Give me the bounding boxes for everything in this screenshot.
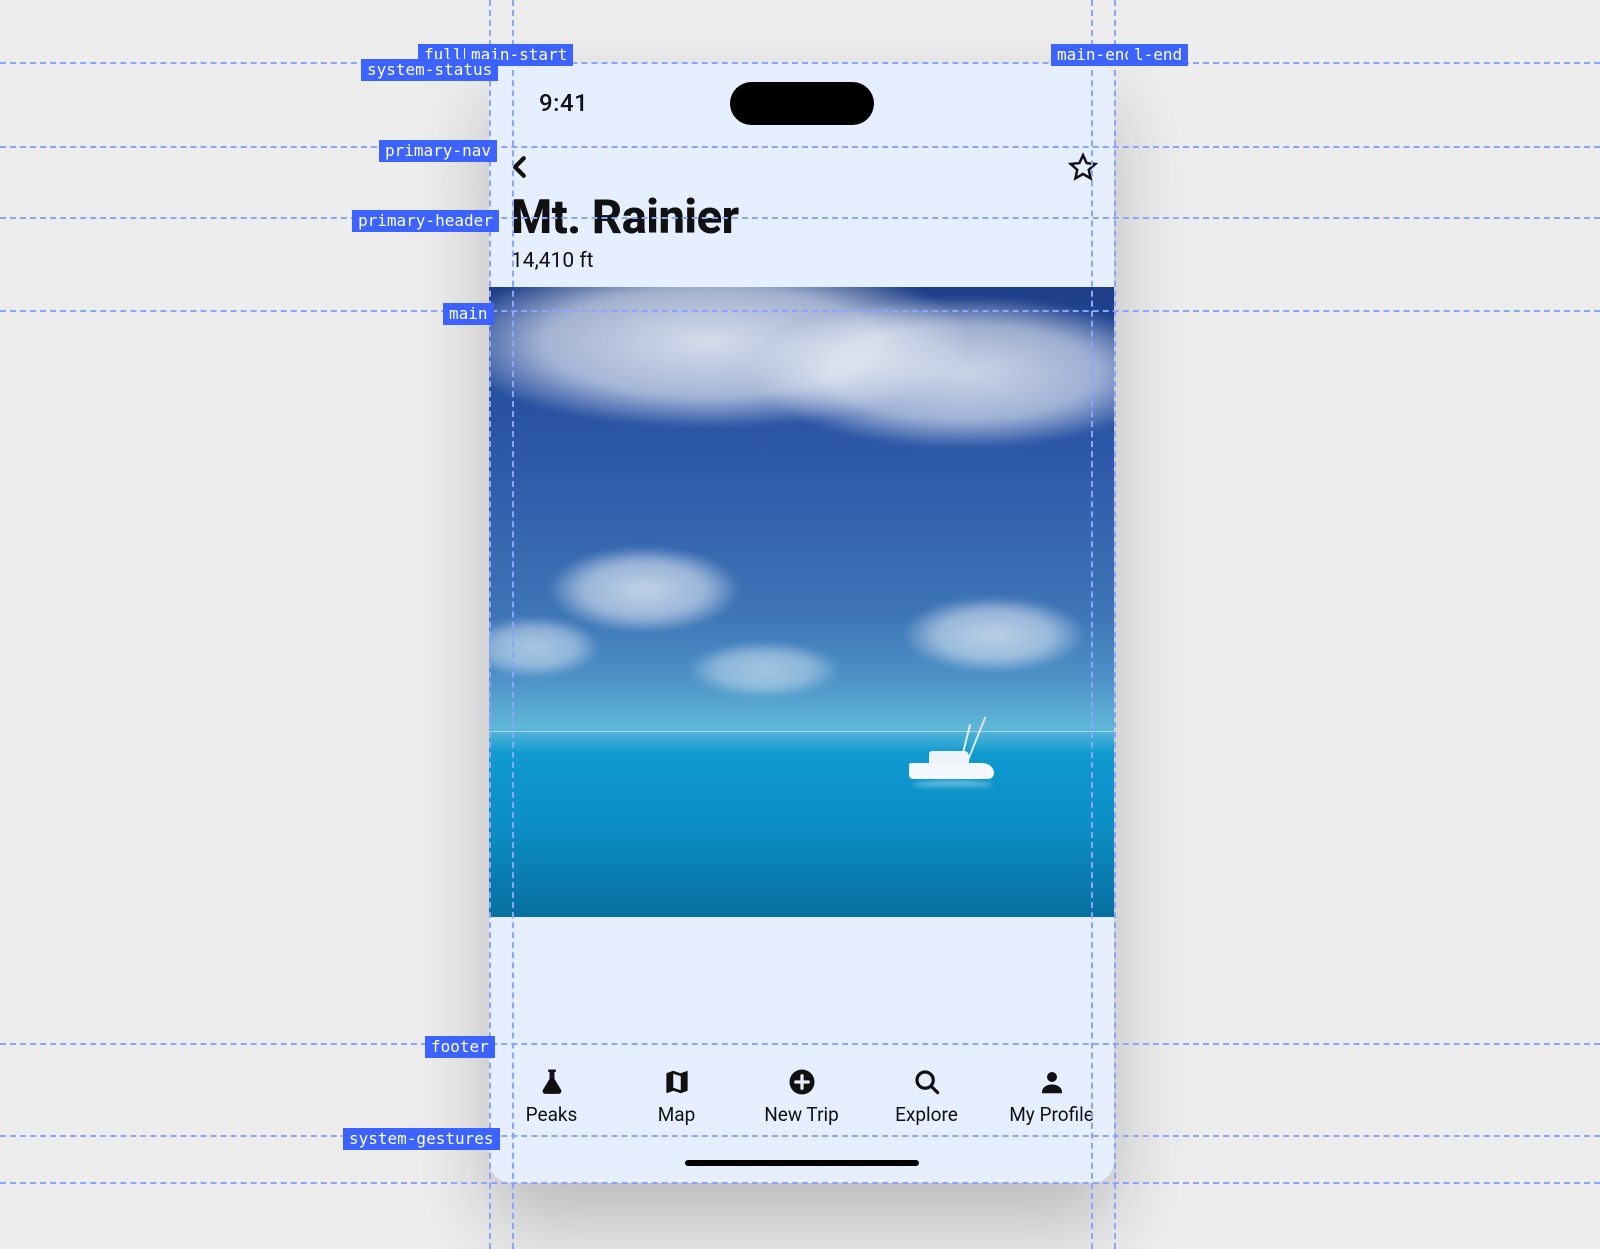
primary-header: Mt. Rainier 14,410 ft [489, 191, 1114, 287]
home-indicator [685, 1160, 919, 1166]
guide-label: primary-header [352, 210, 499, 232]
tab-label: Explore [895, 1103, 958, 1126]
primary-nav [489, 143, 1114, 191]
guide-label: fullb [418, 44, 478, 66]
tab-explore[interactable]: Explore [864, 1067, 989, 1126]
chevron-left-icon [505, 152, 535, 182]
tab-label: New Trip [764, 1103, 839, 1126]
status-bar: 9:41 [489, 63, 1114, 143]
hero-image [489, 287, 1114, 917]
tab-label: Peaks [526, 1103, 578, 1126]
tab-my-profile[interactable]: My Profile [989, 1067, 1114, 1126]
tab-new-trip[interactable]: New Trip [739, 1067, 864, 1126]
guide-label: primary-nav [379, 140, 497, 162]
tab-peaks[interactable]: Peaks [489, 1067, 614, 1126]
back-button[interactable] [505, 152, 535, 182]
tab-label: Map [658, 1103, 696, 1126]
device-frame: 9:41 Mt. Rainier 14,410 ft [489, 63, 1114, 1183]
favorite-button[interactable] [1068, 152, 1098, 182]
guide-label: system-status [361, 59, 498, 81]
guide-label: l-end [1128, 44, 1188, 66]
tab-label: My Profile [1009, 1103, 1094, 1126]
guide-label: system-gestures [343, 1128, 500, 1150]
elevation-subtitle: 14,410 ft [511, 249, 1092, 273]
add-circle-icon [787, 1067, 817, 1097]
flask-icon [537, 1067, 567, 1097]
guide-label: main [443, 303, 494, 325]
status-time: 9:41 [539, 89, 588, 117]
person-icon [1037, 1067, 1067, 1097]
guide-label: footer [425, 1036, 495, 1058]
dynamic-island [730, 82, 874, 125]
boat-graphic [899, 735, 1009, 785]
search-icon [912, 1067, 942, 1097]
tab-map[interactable]: Map [614, 1067, 739, 1126]
star-outline-icon [1068, 152, 1098, 182]
page-title: Mt. Rainier [511, 191, 1092, 245]
map-icon [662, 1067, 692, 1097]
